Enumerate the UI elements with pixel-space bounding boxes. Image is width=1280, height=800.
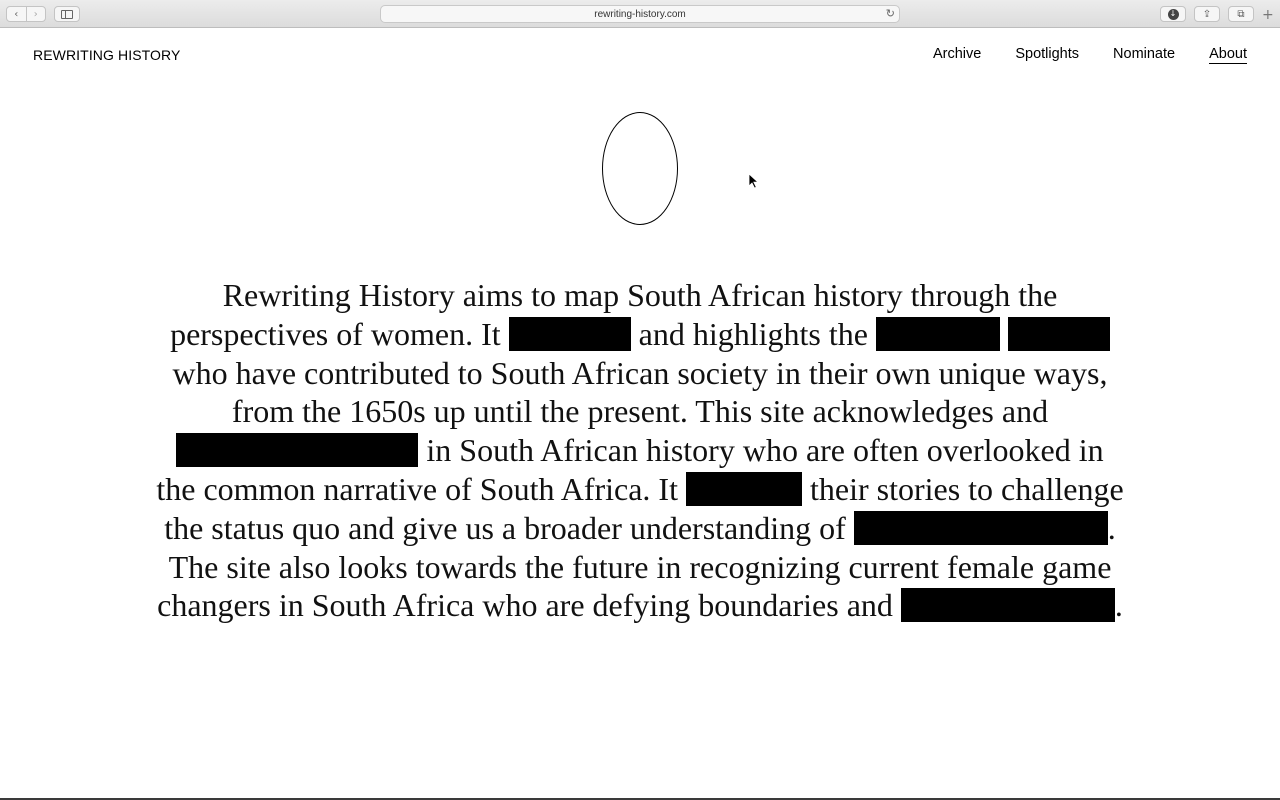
sidebar-icon — [61, 9, 73, 19]
tabs-icon: ⧉ — [1237, 8, 1245, 20]
back-icon[interactable]: ‹ — [7, 7, 26, 21]
url-text: rewriting-history.com — [594, 8, 686, 20]
site-nav: Archive Spotlights Nominate About — [933, 46, 1247, 64]
intro-paragraph: Rewriting History aims to map South Afri… — [155, 276, 1125, 625]
redaction-bar — [875, 316, 1000, 351]
redaction-bar — [176, 433, 419, 468]
browser-toolbar: ‹ › rewriting-history.com ↻ ↓ ⇪ ⧉ + — [0, 0, 1280, 28]
tabs-overview-button[interactable]: ⧉ — [1228, 6, 1254, 22]
redaction-bar — [685, 471, 802, 506]
redaction-bar — [1007, 316, 1110, 351]
mouse-pointer-icon — [748, 173, 760, 189]
nav-spotlights[interactable]: Spotlights — [1015, 46, 1079, 64]
history-nav: ‹ › — [6, 6, 46, 22]
new-tab-icon[interactable]: + — [1262, 7, 1274, 23]
share-icon: ⇪ — [1202, 8, 1212, 20]
redaction-bar — [508, 316, 631, 351]
intro-text: and highlights the — [638, 315, 868, 352]
downloads-button[interactable]: ↓ — [1160, 6, 1186, 22]
redaction-bar — [853, 510, 1108, 545]
intro-text: . — [1114, 587, 1123, 624]
redaction-bar — [900, 588, 1115, 623]
download-icon: ↓ — [1167, 8, 1179, 20]
address-bar[interactable]: rewriting-history.com ↻ — [380, 5, 900, 23]
reload-icon[interactable]: ↻ — [886, 7, 895, 20]
intro-text: who have contributed to South African so… — [172, 354, 1108, 430]
nav-nominate[interactable]: Nominate — [1113, 46, 1175, 64]
share-button[interactable]: ⇪ — [1194, 6, 1220, 22]
sidebar-toggle-button[interactable] — [54, 6, 80, 22]
nav-about[interactable]: About — [1209, 46, 1247, 64]
oval-graphic — [602, 112, 678, 225]
site-title[interactable]: REWRITING HISTORY — [33, 47, 180, 63]
nav-archive[interactable]: Archive — [933, 46, 981, 64]
forward-icon[interactable]: › — [25, 7, 46, 21]
